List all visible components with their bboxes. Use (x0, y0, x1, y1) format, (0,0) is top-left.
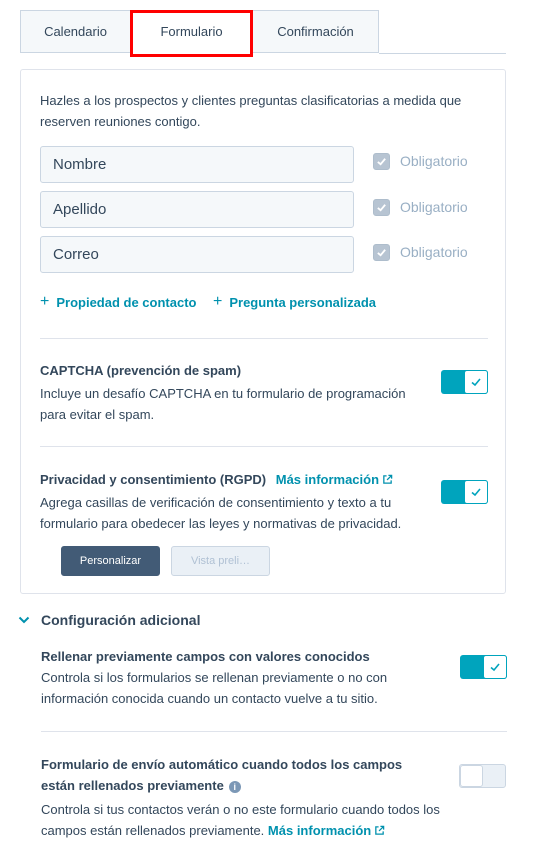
field-apellido[interactable]: Apellido (40, 191, 354, 228)
checkbox-checked-icon[interactable] (373, 198, 390, 216)
divider (41, 731, 507, 732)
prefill-toggle[interactable] (460, 655, 507, 679)
more-info-label: Más información (275, 472, 380, 487)
autosubmit-title-row: Formulario de envío automático cuando to… (41, 754, 431, 796)
required-apellido[interactable]: Obligatorio (373, 197, 468, 217)
add-contact-property-link[interactable]: + Propiedad de contacto (40, 294, 196, 310)
captcha-description: Incluye un desafío CAPTCHA en tu formula… (40, 386, 406, 422)
required-label: Obligatorio (400, 244, 468, 260)
tabs-underline (379, 53, 506, 54)
preview-button[interactable]: Vista preli… (171, 546, 270, 576)
privacy-description: Agrega casillas de verificación de conse… (40, 495, 402, 531)
required-label: Obligatorio (400, 153, 468, 169)
more-info-label: Más información (267, 823, 372, 838)
prefill-title: Rellenar previamente campos con valores … (41, 649, 370, 664)
plus-icon: + (213, 293, 223, 310)
external-link-icon (375, 825, 385, 835)
autosubmit-description-row: Controla si tus contactos verán o no est… (41, 799, 451, 841)
captcha-title: CAPTCHA (prevención de spam) (40, 363, 242, 378)
field-label: Apellido (53, 201, 107, 218)
prefill-description: Controla si los formularios se rellenan … (41, 670, 388, 706)
autosubmit-toggle[interactable] (459, 764, 506, 788)
customize-button[interactable]: Personalizar (61, 546, 160, 576)
checkbox-checked-icon[interactable] (373, 152, 390, 170)
required-nombre[interactable]: Obligatorio (373, 151, 468, 171)
privacy-toggle[interactable] (441, 480, 488, 504)
field-correo[interactable]: Correo (40, 236, 354, 273)
plus-icon: + (40, 293, 50, 310)
tab-confirmacion[interactable]: Confirmación (252, 10, 379, 53)
required-label: Obligatorio (400, 199, 468, 215)
autosubmit-more-info-link[interactable]: Más información (268, 823, 385, 838)
tab-formulario[interactable]: Formulario (130, 10, 253, 53)
divider (40, 338, 488, 339)
captcha-toggle[interactable] (441, 370, 488, 394)
add-custom-question-label: Pregunta personalizada (229, 294, 376, 310)
check-icon (464, 480, 488, 504)
required-correo[interactable]: Obligatorio (373, 242, 468, 262)
field-label: Correo (53, 246, 99, 263)
privacy-title-row: Privacidad y consentimiento (RGPD) Más i… (40, 472, 393, 487)
form-intro-text: Hazles a los prospectos y clientes pregu… (40, 93, 462, 129)
toggle-knob (460, 765, 483, 787)
autosubmit-title: Formulario de envío automático cuando to… (41, 757, 403, 793)
info-icon[interactable]: i (228, 781, 241, 793)
check-icon (464, 370, 488, 394)
add-custom-question-link[interactable]: + Pregunta personalizada (213, 294, 376, 310)
privacy-more-info-link[interactable]: Más información (276, 472, 393, 487)
field-nombre[interactable]: Nombre (40, 146, 354, 183)
divider (40, 446, 488, 447)
chevron-down-icon (18, 616, 30, 624)
tab-calendario[interactable]: Calendario (20, 10, 131, 53)
checkbox-checked-icon[interactable] (373, 243, 390, 261)
form-settings-panel: Hazles a los prospectos y clientes pregu… (20, 69, 506, 594)
additional-config-toggle[interactable]: Configuración adicional (18, 612, 200, 628)
privacy-title: Privacidad y consentimiento (RGPD) (40, 472, 267, 487)
external-link-icon (383, 474, 393, 484)
add-contact-property-label: Propiedad de contacto (56, 294, 197, 310)
check-icon (483, 655, 507, 679)
additional-config-heading: Configuración adicional (41, 612, 201, 628)
field-label: Nombre (53, 156, 107, 173)
